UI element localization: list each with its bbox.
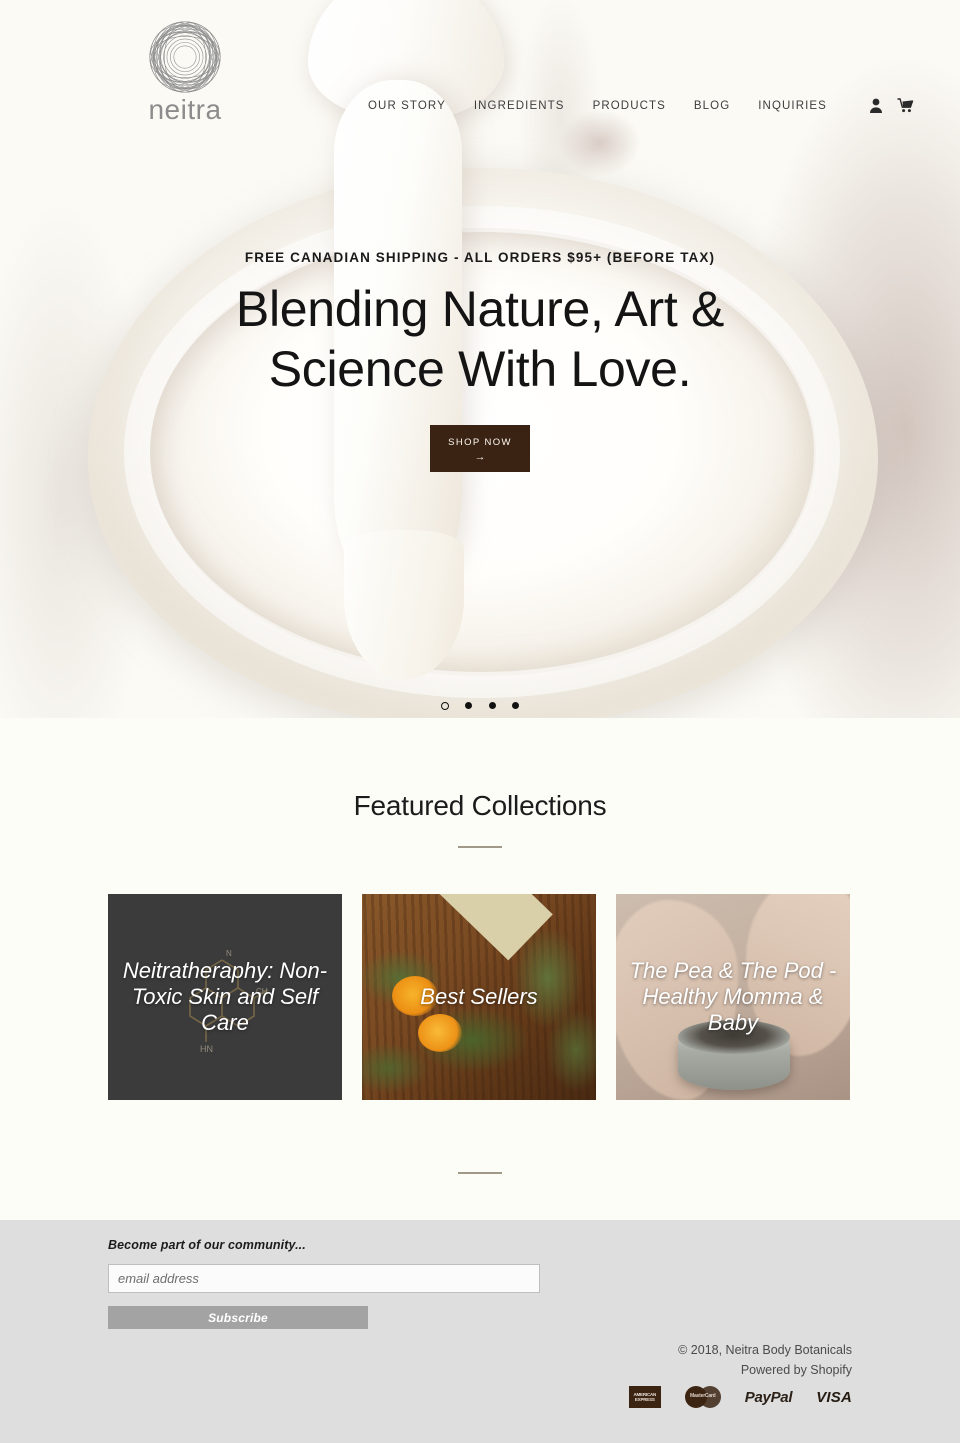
- site-footer: Become part of our community... Subscrib…: [0, 1220, 960, 1443]
- nav-item-ingredients[interactable]: INGREDIENTS: [474, 100, 565, 112]
- arrow-right-icon: →: [474, 451, 486, 463]
- marigold-flower-shape-2: [418, 1014, 462, 1052]
- shop-now-button[interactable]: SHOP NOW →: [430, 425, 530, 472]
- american-express-icon: AMERICAN EXPRESS: [628, 1386, 661, 1408]
- nav-item-our-story[interactable]: OUR STORY: [368, 100, 446, 112]
- collection-card-label: Neitratheraphy: Non-Toxic Skin and Self …: [122, 958, 328, 1035]
- visa-icon: VISA: [816, 1388, 852, 1406]
- user-account-icon: [869, 98, 882, 113]
- featured-collections-title: Featured Collections: [353, 790, 607, 821]
- footer-copyright: © 2018, Neitra Body Botanicals Powered b…: [678, 1340, 852, 1380]
- slider-dot-2[interactable]: [465, 702, 473, 710]
- slider-dot-3[interactable]: [488, 702, 496, 710]
- subscribe-button[interactable]: Subscribe: [108, 1306, 368, 1329]
- newsletter-heading: Become part of our community...: [108, 1238, 306, 1252]
- collection-card-label: The Pea & The Pod - Healthy Momma & Baby: [629, 958, 837, 1035]
- shopping-cart-icon: [897, 98, 914, 113]
- featured-collections-grid: HN CH N Neitratheraphy: Non-Toxic Skin a…: [108, 894, 852, 1100]
- site-logo[interactable]: neitra: [140, 14, 230, 132]
- collection-card-best-sellers[interactable]: Best Sellers: [362, 894, 596, 1100]
- logo-wordmark: neitra: [148, 94, 222, 125]
- cart-link[interactable]: [897, 98, 915, 113]
- payment-methods: AMERICAN EXPRESS MasterCard PayPal VISA: [628, 1386, 852, 1408]
- powered-by-shopify-link[interactable]: Powered by Shopify: [741, 1363, 852, 1377]
- section-divider-bottom-wrap: [0, 1172, 960, 1174]
- main-navigation: OUR STORY INGREDIENTS PRODUCTS BLOG INQU…: [368, 98, 915, 113]
- paypal-icon: PayPal: [744, 1388, 793, 1406]
- section-divider-bottom: [458, 1172, 502, 1174]
- hero-title-line-2: Science With Love.: [268, 341, 692, 397]
- section-divider-top: [458, 846, 502, 848]
- nav-item-blog[interactable]: BLOG: [694, 100, 730, 112]
- svg-text:HN: HN: [200, 1044, 213, 1054]
- email-field[interactable]: [108, 1264, 540, 1293]
- svg-text:N: N: [226, 949, 232, 958]
- account-link[interactable]: [869, 98, 883, 113]
- site-header: neitra OUR STORY INGREDIENTS PRODUCTS BL…: [0, 0, 960, 150]
- collection-card-pea-and-pod[interactable]: The Pea & The Pod - Healthy Momma & Baby: [616, 894, 850, 1100]
- slider-pagination: [0, 697, 960, 715]
- newsletter-signup: Become part of our community... Subscrib…: [108, 1238, 540, 1329]
- hero-shipping-banner: FREE CANADIAN SHIPPING - ALL ORDERS $95+…: [244, 250, 716, 265]
- collection-card-label: Best Sellers: [420, 984, 538, 1009]
- mandala-circle-logo-icon: [149, 21, 221, 93]
- homepage: neitra OUR STORY INGREDIENTS PRODUCTS BL…: [0, 0, 960, 1443]
- mastercard-icon: MasterCard: [684, 1386, 721, 1408]
- nav-item-products[interactable]: PRODUCTS: [593, 100, 666, 112]
- slider-dot-4[interactable]: [512, 702, 520, 710]
- slider-dot-1[interactable]: [440, 701, 449, 710]
- hero-title: Blending Nature, Art & Science With Love…: [0, 279, 960, 399]
- shop-now-label: SHOP NOW: [448, 437, 512, 448]
- nav-item-inquiries[interactable]: INQUIRIES: [758, 100, 827, 112]
- hero-title-line-1: Blending Nature, Art &: [235, 281, 725, 337]
- copyright-text: © 2018, Neitra Body Botanicals: [678, 1343, 852, 1357]
- hero-content: FREE CANADIAN SHIPPING - ALL ORDERS $95+…: [0, 250, 960, 472]
- collection-card-neitratheraphy[interactable]: HN CH N Neitratheraphy: Non-Toxic Skin a…: [108, 894, 342, 1100]
